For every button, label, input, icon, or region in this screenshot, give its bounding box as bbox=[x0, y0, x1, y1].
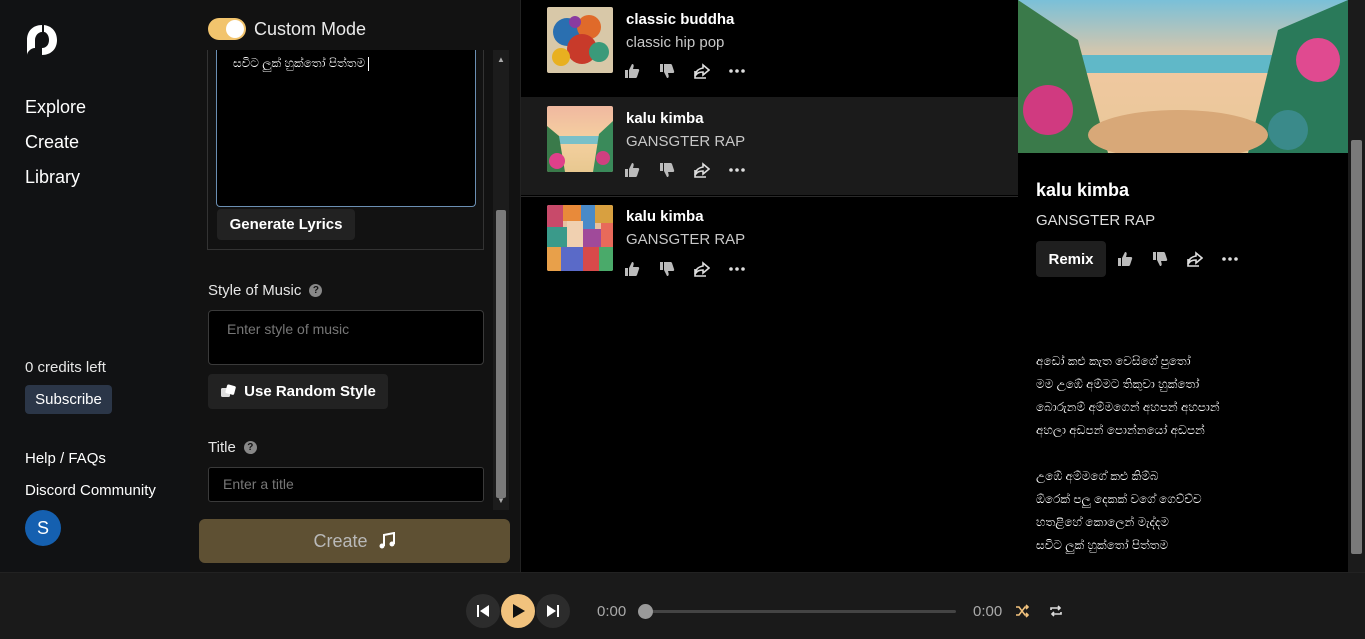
create-button-label: Create bbox=[313, 530, 368, 551]
scroll-down-icon[interactable]: ▼ bbox=[496, 497, 506, 505]
lyric-line: අහලා අඩපන් පොන්නයෝ අඩපන් bbox=[1036, 423, 1205, 437]
lyric-line bbox=[1036, 442, 1220, 465]
song-title[interactable]: classic buddha bbox=[626, 11, 734, 28]
nav-library[interactable]: Library bbox=[25, 167, 80, 188]
share-icon[interactable] bbox=[693, 161, 710, 178]
text-caret bbox=[368, 56, 370, 71]
song-cover-image[interactable] bbox=[547, 106, 613, 172]
song-title[interactable]: kalu kimba bbox=[626, 208, 704, 225]
subscribe-button[interactable]: Subscribe bbox=[25, 385, 112, 414]
more-options-icon[interactable] bbox=[1221, 250, 1238, 267]
detail-cover-image bbox=[1018, 0, 1348, 153]
lyrics-textarea[interactable]: සවිට ලුක් හුක්තෝ පිත්තම bbox=[216, 50, 476, 207]
help-faqs-link[interactable]: Help / FAQs bbox=[25, 450, 106, 467]
lyric-line: මම උඹේ අම්මට තිකුවා හුක්තෝ bbox=[1036, 377, 1200, 391]
lyrics-text: සවිට ලුක් හුක්තෝ පිත්තම bbox=[233, 56, 366, 70]
song-title[interactable]: kalu kimba bbox=[626, 110, 704, 127]
player-bar: 0:00 0:00 bbox=[0, 572, 1365, 639]
style-of-music-input[interactable]: Enter style of music bbox=[208, 310, 484, 365]
lyric-line: හතළිහේ කොලෙන් මැද්දම bbox=[1036, 515, 1169, 529]
use-random-style-button[interactable]: Use Random Style bbox=[208, 374, 388, 409]
song-style: GANSGTER RAP bbox=[626, 231, 746, 248]
song-list: classic buddha classic hip pop kalu kimb… bbox=[520, 0, 1018, 572]
song-style: classic hip pop bbox=[626, 34, 725, 51]
detail-title: kalu kimba bbox=[1036, 180, 1130, 200]
detail-lyrics: අඩෝ කළු කැත වෙසිගේ පුතෝ මම උඹේ අම්මට තික… bbox=[1036, 350, 1220, 557]
play-button[interactable] bbox=[501, 594, 535, 628]
random-style-label: Use Random Style bbox=[244, 383, 376, 400]
song-cover-image[interactable] bbox=[547, 205, 613, 271]
shuffle-icon[interactable] bbox=[1013, 602, 1031, 620]
title-input[interactable]: Enter a title bbox=[208, 467, 484, 502]
share-icon[interactable] bbox=[693, 62, 710, 79]
duration: 0:00 bbox=[973, 603, 1003, 620]
discord-community-link[interactable]: Discord Community bbox=[25, 482, 156, 499]
create-scrollbar-thumb[interactable] bbox=[496, 210, 506, 498]
thumbs-down-icon[interactable] bbox=[658, 62, 675, 79]
song-actions bbox=[623, 62, 745, 79]
style-label-text: Style of Music bbox=[208, 282, 302, 299]
skip-forward-icon bbox=[547, 605, 559, 617]
title-label-text: Title bbox=[208, 439, 236, 456]
thumbs-up-icon[interactable] bbox=[623, 161, 640, 178]
nav-create[interactable]: Create bbox=[25, 132, 79, 153]
music-note-icon bbox=[379, 532, 395, 549]
thumbs-down-icon[interactable] bbox=[1151, 250, 1168, 267]
lyric-line: ඕරෙක් පලු දෙකක් වගේ ගෙව්ච්ච bbox=[1036, 492, 1202, 506]
remix-button[interactable]: Remix bbox=[1036, 241, 1106, 277]
song-detail-panel: kalu kimba GANSGTER RAP Remix අඩෝ කළු කැ… bbox=[1018, 0, 1348, 572]
song-actions bbox=[623, 260, 745, 277]
song-item[interactable]: kalu kimba GANSGTER RAP bbox=[521, 97, 1018, 195]
play-icon bbox=[513, 604, 525, 618]
previous-track-button[interactable] bbox=[466, 594, 500, 628]
lyric-line: උඹේ අම්මගේ කළු කිම්බ bbox=[1036, 469, 1159, 483]
detail-actions bbox=[1116, 250, 1238, 267]
song-actions bbox=[623, 161, 745, 178]
progress-track[interactable] bbox=[645, 610, 956, 613]
thumbs-up-icon[interactable] bbox=[623, 62, 640, 79]
custom-mode-label: Custom Mode bbox=[254, 19, 367, 39]
avatar[interactable]: S bbox=[25, 510, 61, 546]
repeat-icon[interactable] bbox=[1047, 602, 1065, 620]
detail-style: GANSGTER RAP bbox=[1036, 212, 1156, 229]
progress-knob[interactable] bbox=[638, 604, 653, 619]
thumbs-up-icon[interactable] bbox=[1116, 250, 1133, 267]
share-icon[interactable] bbox=[1186, 250, 1203, 267]
lyric-line: අඩෝ කළු කැත වෙසිගේ පුතෝ bbox=[1036, 354, 1191, 368]
thumbs-down-icon[interactable] bbox=[658, 161, 675, 178]
more-options-icon[interactable] bbox=[728, 62, 745, 79]
song-item[interactable]: kalu kimba GANSGTER RAP bbox=[521, 197, 1018, 295]
song-style: GANSGTER RAP bbox=[626, 133, 746, 150]
credits-left: 0 credits left bbox=[25, 359, 106, 376]
nav-explore[interactable]: Explore bbox=[25, 97, 86, 118]
share-icon[interactable] bbox=[693, 260, 710, 277]
song-cover-image[interactable] bbox=[547, 7, 613, 73]
question-icon[interactable]: ? bbox=[309, 284, 323, 297]
song-item[interactable]: classic buddha classic hip pop bbox=[521, 0, 1018, 98]
lyric-line: සවිට ලුක් හුක්තෝ පිත්තම bbox=[1036, 538, 1169, 552]
dice-icon bbox=[221, 383, 236, 397]
skip-back-icon bbox=[477, 605, 489, 617]
title-label: Title ? bbox=[208, 439, 257, 456]
current-time: 0:00 bbox=[597, 603, 627, 620]
more-options-icon[interactable] bbox=[728, 260, 745, 277]
next-track-button[interactable] bbox=[536, 594, 570, 628]
thumbs-down-icon[interactable] bbox=[658, 260, 675, 277]
lyric-line: බොරුනම් අම්මගෙන් අහපන් අහපාන් bbox=[1036, 400, 1220, 414]
generate-lyrics-button[interactable]: Generate Lyrics bbox=[217, 209, 355, 240]
custom-mode-toggle[interactable] bbox=[208, 18, 246, 40]
detail-scrollbar-thumb[interactable] bbox=[1351, 140, 1362, 554]
thumbs-up-icon[interactable] bbox=[623, 260, 640, 277]
logo-icon[interactable] bbox=[24, 22, 60, 58]
create-button[interactable]: Create bbox=[199, 519, 510, 563]
question-icon[interactable]: ? bbox=[243, 441, 257, 454]
app-root: Explore Create Library 0 credits left Su… bbox=[0, 0, 1365, 639]
more-options-icon[interactable] bbox=[728, 161, 745, 178]
sidebar: Explore Create Library 0 credits left Su… bbox=[0, 0, 190, 572]
style-of-music-label: Style of Music ? bbox=[208, 282, 323, 299]
scroll-up-icon[interactable]: ▲ bbox=[496, 56, 506, 64]
